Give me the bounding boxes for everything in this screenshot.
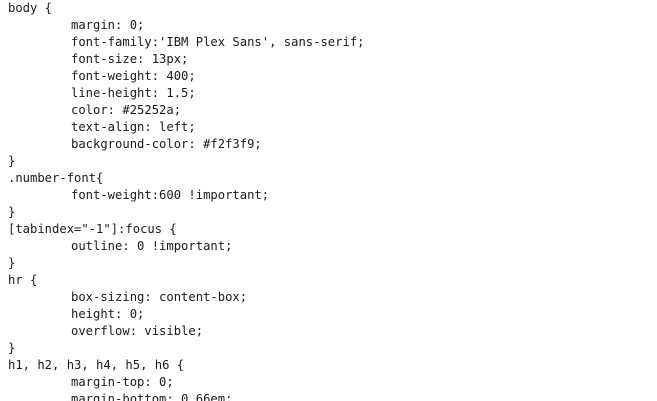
code-line: .number-font{ xyxy=(8,171,104,185)
code-line: color: #25252a; xyxy=(71,103,182,117)
code-line: font-family:'IBM Plex Sans', sans-serif; xyxy=(71,35,365,49)
code-line: box-sizing: content-box; xyxy=(71,290,248,304)
code-line: font-weight: 400; xyxy=(71,69,196,83)
code-line: background-color: #f2f3f9; xyxy=(71,137,262,151)
code-line: font-size: 13px; xyxy=(71,52,189,66)
code-line: } xyxy=(8,341,16,355)
code-line: font-weight:600 !important; xyxy=(71,188,270,202)
code-line: } xyxy=(8,154,16,168)
code-line: body { xyxy=(8,1,53,15)
code-line: h1, h2, h3, h4, h5, h6 { xyxy=(8,358,185,372)
code-line: margin: 0; xyxy=(71,18,145,32)
code-line: text-align: left; xyxy=(71,120,196,134)
code-line: [tabindex="-1"]:focus { xyxy=(8,222,177,236)
code-viewer: body { margin: 0; font-family:'IBM Plex … xyxy=(8,0,653,401)
code-line: hr { xyxy=(8,273,38,287)
code-line: outline: 0 !important; xyxy=(71,239,233,253)
code-line: line-height: 1.5; xyxy=(71,86,196,100)
code-line: margin-top: 0; xyxy=(71,375,174,389)
code-line: } xyxy=(8,205,16,219)
code-line: margin-bottom: 0.66em; xyxy=(71,392,233,401)
code-line: height: 0; xyxy=(71,307,145,321)
code-line: overflow: visible; xyxy=(71,324,204,338)
code-line: } xyxy=(8,256,16,270)
